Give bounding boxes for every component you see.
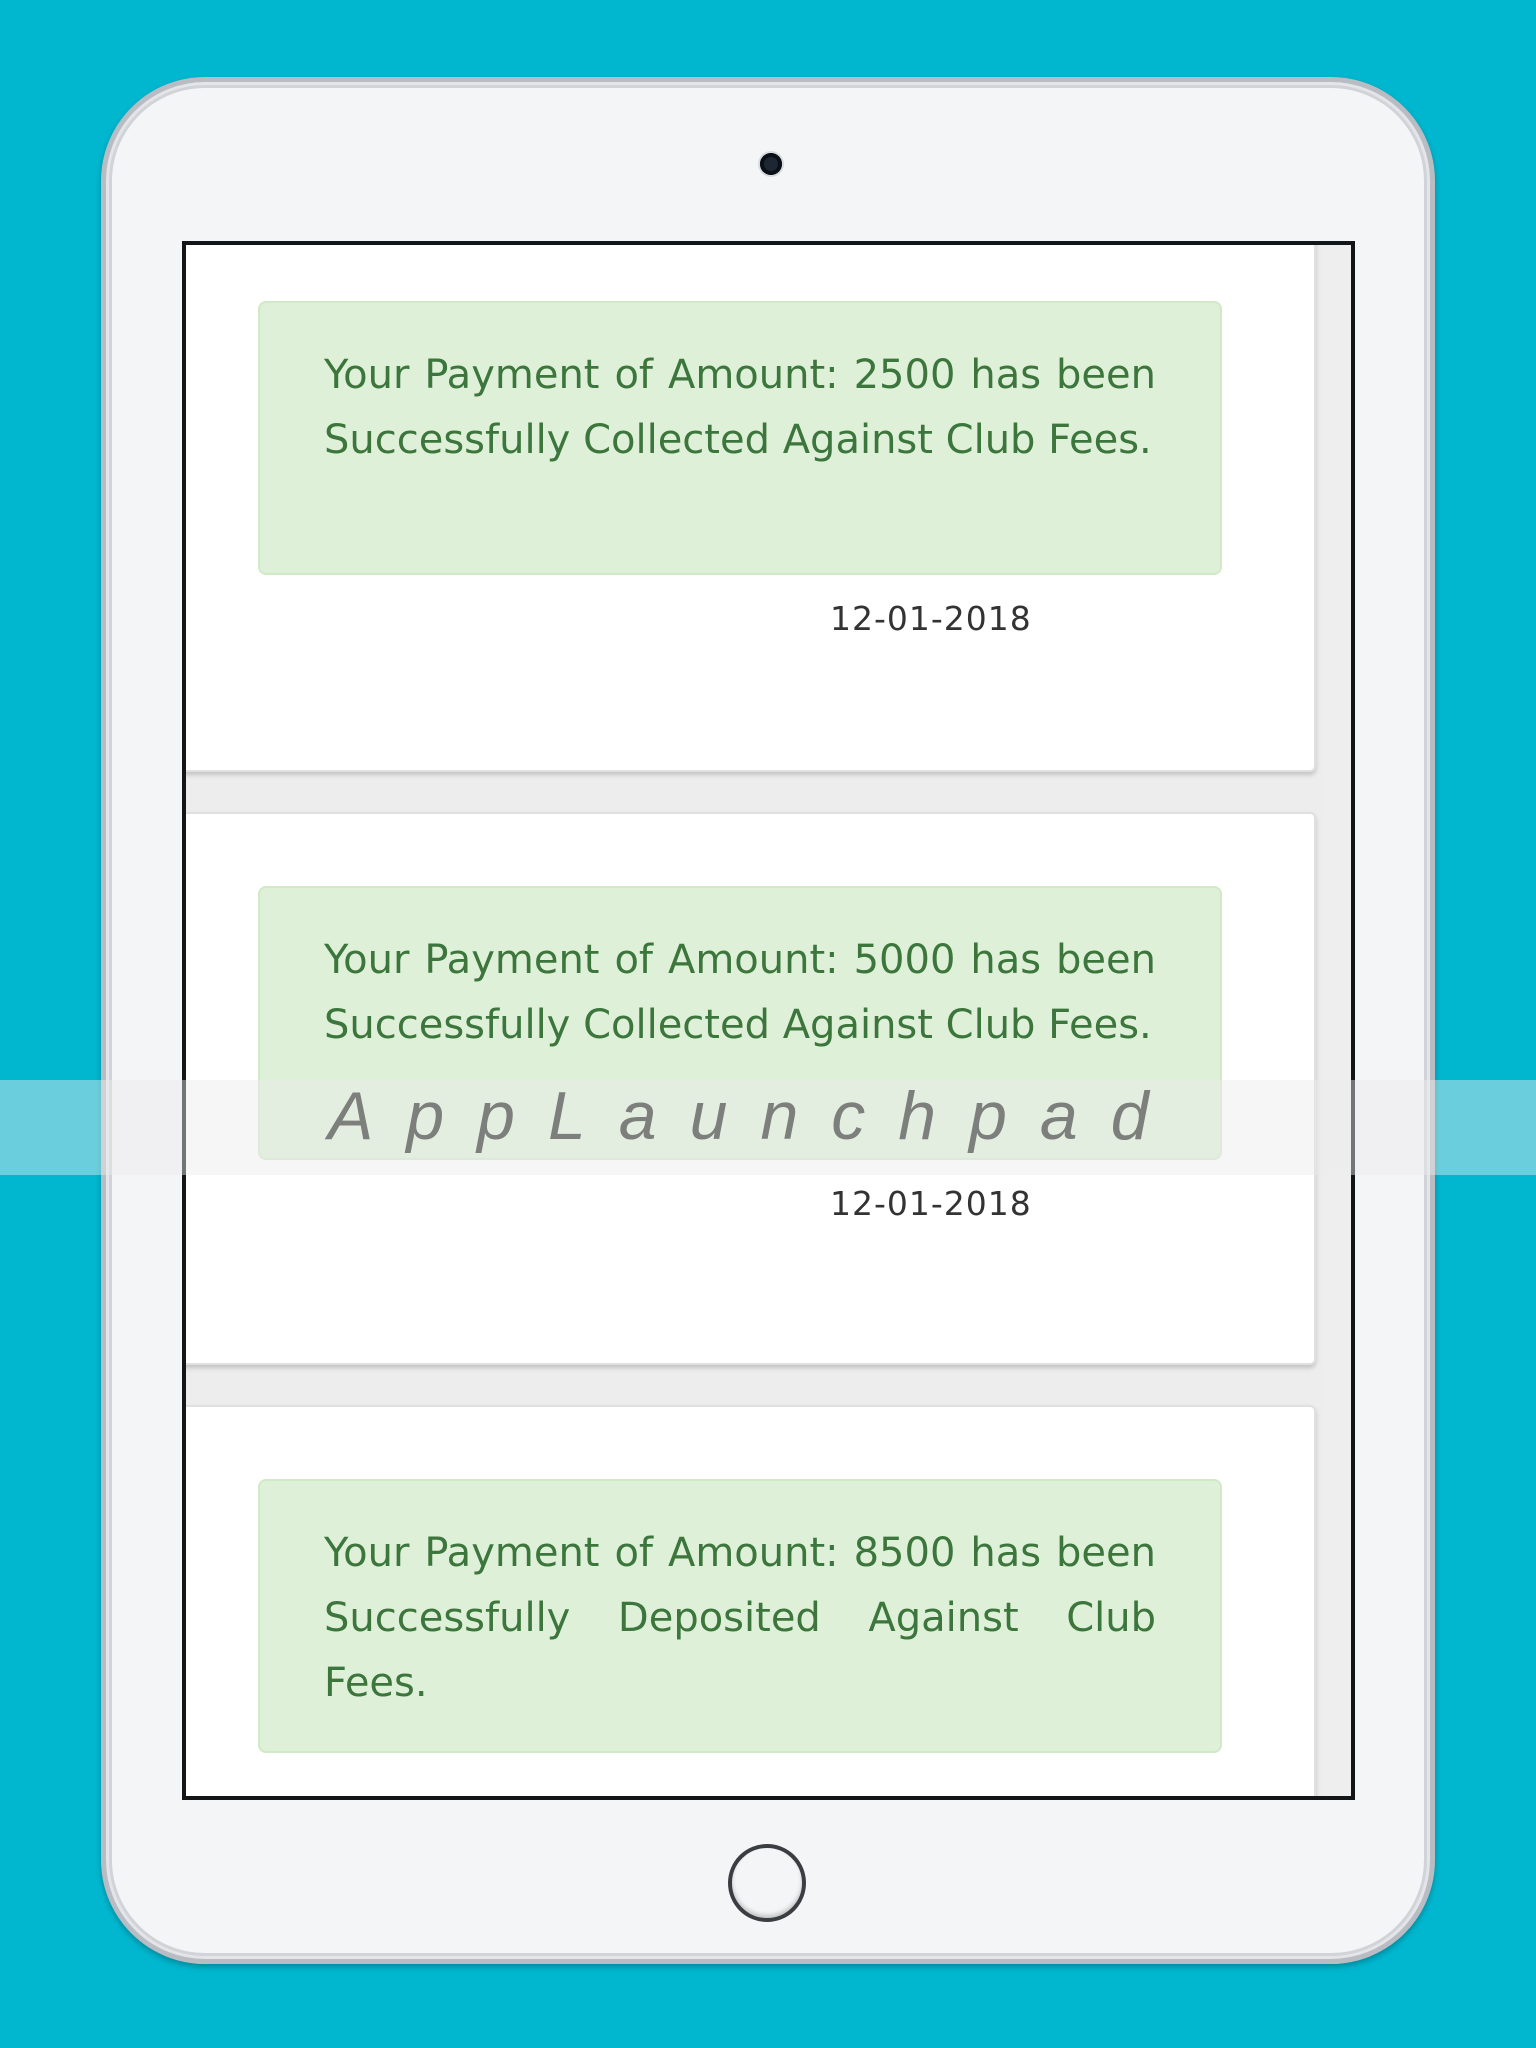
camera-icon	[760, 153, 782, 175]
notification-list[interactable]: Your Payment of Amount: 2500 has been Su…	[186, 245, 1322, 1796]
app-screen: Your Payment of Amount: 2500 has been Su…	[182, 241, 1355, 1800]
payment-message: Your Payment of Amount: 2500 has been Su…	[324, 352, 1156, 463]
payment-message: Your Payment of Amount: 5000 has been Su…	[324, 937, 1156, 1048]
payment-message: Your Payment of Amount: 8500 has been Su…	[324, 1530, 1156, 1706]
notification-date: 12-01-2018	[830, 1184, 1032, 1223]
notification-card: Your Payment of Amount: 2500 has been Su…	[186, 245, 1316, 772]
payment-alert: Your Payment of Amount: 8500 has been Su…	[258, 1479, 1222, 1753]
notification-card: Your Payment of Amount: 8500 has been Su…	[186, 1405, 1316, 1796]
payment-alert: Your Payment of Amount: 2500 has been Su…	[258, 301, 1222, 575]
notification-date: 12-01-2018	[830, 599, 1032, 638]
home-button-icon[interactable]	[728, 1844, 806, 1922]
watermark-text: AppLaunchpad	[328, 1078, 1182, 1154]
